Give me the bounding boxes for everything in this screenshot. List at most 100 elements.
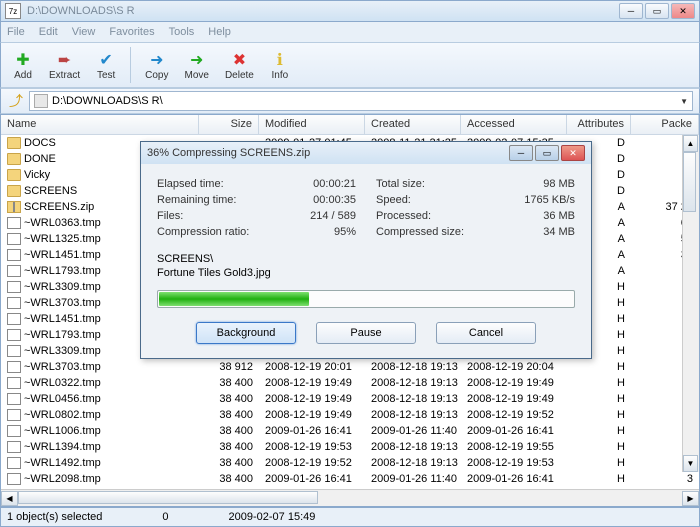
info-button[interactable]: ℹInfo: [264, 48, 296, 83]
col-size[interactable]: Size: [199, 115, 259, 134]
background-button[interactable]: Background: [196, 322, 296, 344]
file-icon: [7, 393, 21, 405]
menu-help[interactable]: Help: [208, 26, 231, 38]
test-icon: ✔: [96, 50, 116, 70]
file-icon: [7, 377, 21, 389]
delete-button[interactable]: ✖Delete: [219, 48, 260, 83]
test-button[interactable]: ✔Test: [90, 48, 122, 83]
file-icon: [7, 329, 21, 341]
menu-edit[interactable]: Edit: [39, 26, 58, 38]
address-input[interactable]: D:\DOWNLOADS\S R\ ▼: [29, 91, 693, 111]
totalsize-label: Total size:: [376, 178, 425, 190]
col-modified[interactable]: Modified: [259, 115, 365, 134]
scroll-down-icon[interactable]: ▼: [683, 455, 698, 472]
file-icon: [7, 441, 21, 453]
file-icon: [7, 473, 21, 485]
horizontal-scrollbar[interactable]: ◀ ▶: [1, 489, 699, 506]
table-row[interactable]: ~WRL0322.tmp38 4002008-12-19 19:492008-1…: [1, 375, 699, 391]
menubar: File Edit View Favorites Tools Help: [0, 22, 700, 42]
progress-fill: [159, 292, 309, 306]
progress-dialog: 36% Compressing SCREENS.zip ─ ▭ ✕ Elapse…: [140, 141, 592, 359]
remaining-label: Remaining time:: [157, 194, 236, 206]
menu-file[interactable]: File: [7, 26, 25, 38]
folder-icon: [7, 137, 21, 149]
table-row[interactable]: ~WRL0456.tmp38 4002008-12-19 19:492008-1…: [1, 391, 699, 407]
table-row[interactable]: ~WRL0802.tmp38 4002008-12-19 19:492008-1…: [1, 407, 699, 423]
close-button[interactable]: ✕: [671, 3, 695, 19]
speed-value: 1765 KB/s: [524, 194, 575, 206]
col-name[interactable]: Name: [1, 115, 199, 134]
app-icon: 7z: [5, 3, 21, 19]
dialog-minimize-button[interactable]: ─: [509, 145, 533, 161]
dialog-close-button[interactable]: ✕: [561, 145, 585, 161]
col-attributes[interactable]: Attributes: [567, 115, 631, 134]
dialog-title: 36% Compressing SCREENS.zip: [147, 147, 509, 159]
scroll-left-icon[interactable]: ◀: [1, 491, 18, 506]
dialog-maximize-button[interactable]: ▭: [535, 145, 559, 161]
totalsize-value: 98 MB: [543, 178, 575, 190]
list-header: Name Size Modified Created Accessed Attr…: [1, 115, 699, 135]
delete-icon: ✖: [229, 50, 249, 70]
cancel-button[interactable]: Cancel: [436, 322, 536, 344]
table-row[interactable]: ~WRL1394.tmp38 4002008-12-19 19:532008-1…: [1, 439, 699, 455]
hscroll-thumb[interactable]: [18, 491, 318, 504]
plus-icon: ✚: [13, 50, 33, 70]
extract-icon: ➨: [55, 50, 75, 70]
zip-icon: [7, 201, 21, 213]
copy-icon: ➜: [147, 50, 167, 70]
files-label: Files:: [157, 210, 183, 222]
file-icon: [7, 217, 21, 229]
toolbar: ✚Add ➨Extract ✔Test ➜Copy ➜Move ✖Delete …: [0, 42, 700, 88]
menu-favorites[interactable]: Favorites: [109, 26, 154, 38]
file-icon: [7, 457, 21, 469]
menu-tools[interactable]: Tools: [169, 26, 195, 38]
processed-label: Processed:: [376, 210, 431, 222]
folder-icon: [7, 169, 21, 181]
status-selected: 1 object(s) selected: [7, 511, 102, 523]
window-title: D:\DOWNLOADS\S R: [27, 5, 619, 17]
file-icon: [7, 297, 21, 309]
minimize-button[interactable]: ─: [619, 3, 643, 19]
table-row[interactable]: ~WRL1006.tmp38 4002009-01-26 16:412009-0…: [1, 423, 699, 439]
menu-view[interactable]: View: [72, 26, 96, 38]
files-value: 214 / 589: [310, 210, 356, 222]
move-button[interactable]: ➜Move: [178, 48, 214, 83]
scroll-thumb[interactable]: [683, 152, 696, 212]
vertical-scrollbar[interactable]: ▲ ▼: [682, 135, 699, 472]
col-packed[interactable]: Packe: [631, 115, 699, 134]
elapsed-label: Elapsed time:: [157, 178, 224, 190]
elapsed-value: 00:00:21: [313, 178, 356, 190]
table-row[interactable]: ~WRL2098.tmp38 4002009-01-26 16:412009-0…: [1, 471, 699, 487]
table-row[interactable]: ~WRL3703.tmp38 9122008-12-19 20:012008-1…: [1, 359, 699, 375]
pause-button[interactable]: Pause: [316, 322, 416, 344]
address-dropdown-icon[interactable]: ▼: [680, 97, 688, 106]
address-path: D:\DOWNLOADS\S R\: [52, 95, 163, 107]
csize-value: 34 MB: [543, 226, 575, 238]
folder-icon: [7, 185, 21, 197]
processed-value: 36 MB: [543, 210, 575, 222]
speed-label: Speed:: [376, 194, 411, 206]
csize-label: Compressed size:: [376, 226, 464, 238]
progress-bar: [157, 290, 575, 308]
file-icon: [7, 249, 21, 261]
status-count: 0: [162, 511, 168, 523]
col-accessed[interactable]: Accessed: [461, 115, 567, 134]
folder-icon: [7, 153, 21, 165]
status-date: 2009-02-07 15:49: [229, 511, 316, 523]
copy-button[interactable]: ➜Copy: [139, 48, 174, 83]
toolbar-separator: [130, 47, 131, 83]
file-icon: [7, 409, 21, 421]
file-icon: [7, 233, 21, 245]
col-created[interactable]: Created: [365, 115, 461, 134]
scroll-up-icon[interactable]: ▲: [683, 135, 698, 152]
maximize-button[interactable]: ▭: [645, 3, 669, 19]
up-icon[interactable]: ⤴: [7, 92, 25, 110]
current-folder: SCREENS\: [157, 252, 575, 266]
current-file: SCREENS\ Fortune Tiles Gold3.jpg: [157, 252, 575, 280]
extract-button[interactable]: ➨Extract: [43, 48, 86, 83]
table-row[interactable]: ~WRL2580.tmp38 4002008-12-19 19:492008-1…: [1, 487, 699, 489]
scroll-right-icon[interactable]: ▶: [682, 491, 699, 506]
add-button[interactable]: ✚Add: [7, 48, 39, 83]
file-icon: [7, 425, 21, 437]
table-row[interactable]: ~WRL1492.tmp38 4002008-12-19 19:522008-1…: [1, 455, 699, 471]
